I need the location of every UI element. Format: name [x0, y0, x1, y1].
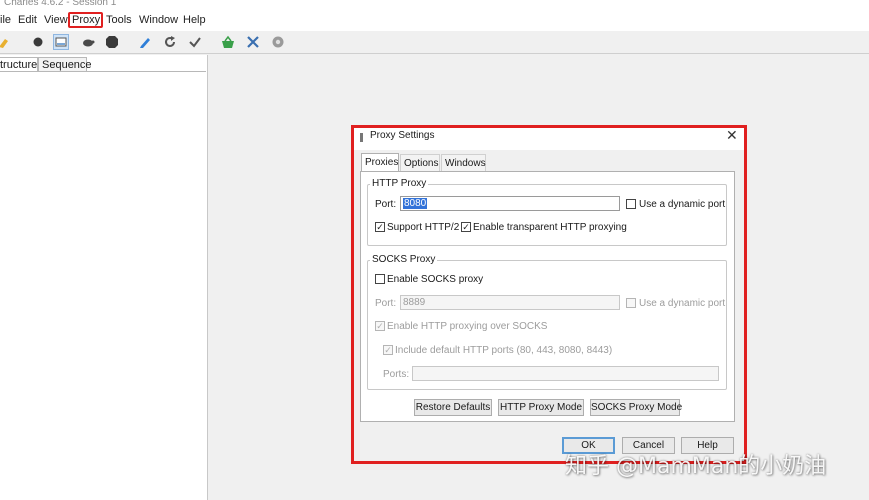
window-title: Charles 4.6.2 - Session 1 [4, 0, 117, 8]
dialog-highlight-outline [351, 125, 747, 464]
menu-window[interactable]: Window [139, 14, 178, 26]
menu-view[interactable]: View [44, 14, 68, 26]
broom-icon[interactable] [0, 34, 12, 50]
tab-sequence[interactable]: Sequence [38, 57, 92, 71]
refresh-icon[interactable] [162, 34, 178, 50]
window-titlebar: Charles 4.6.2 - Session 1 [0, 0, 869, 12]
throttle-icon[interactable] [53, 34, 69, 50]
menu-bar: ile Edit View Proxy Tools Window Help [0, 12, 869, 31]
menu-tools[interactable]: Tools [106, 14, 132, 26]
menu-edit[interactable]: Edit [18, 14, 37, 26]
proxy-menu-highlight [68, 12, 103, 28]
tab-structure[interactable]: tructure [0, 57, 38, 71]
turtle-icon[interactable] [80, 34, 96, 50]
basket-icon[interactable] [220, 34, 236, 50]
toolbar [0, 31, 869, 54]
structure-pane: tructure Sequence [0, 55, 208, 500]
record-icon[interactable] [30, 34, 46, 50]
check-icon[interactable] [187, 34, 203, 50]
menu-file[interactable]: ile [0, 14, 11, 26]
watermark: 知乎 @MamMan的小奶油 [565, 454, 827, 479]
breakpoint-icon[interactable] [104, 34, 120, 50]
settings-icon[interactable] [270, 34, 286, 50]
menu-help[interactable]: Help [183, 14, 206, 26]
pen-icon[interactable] [137, 34, 153, 50]
tab-divider [0, 71, 206, 72]
tools-icon[interactable] [245, 34, 261, 50]
